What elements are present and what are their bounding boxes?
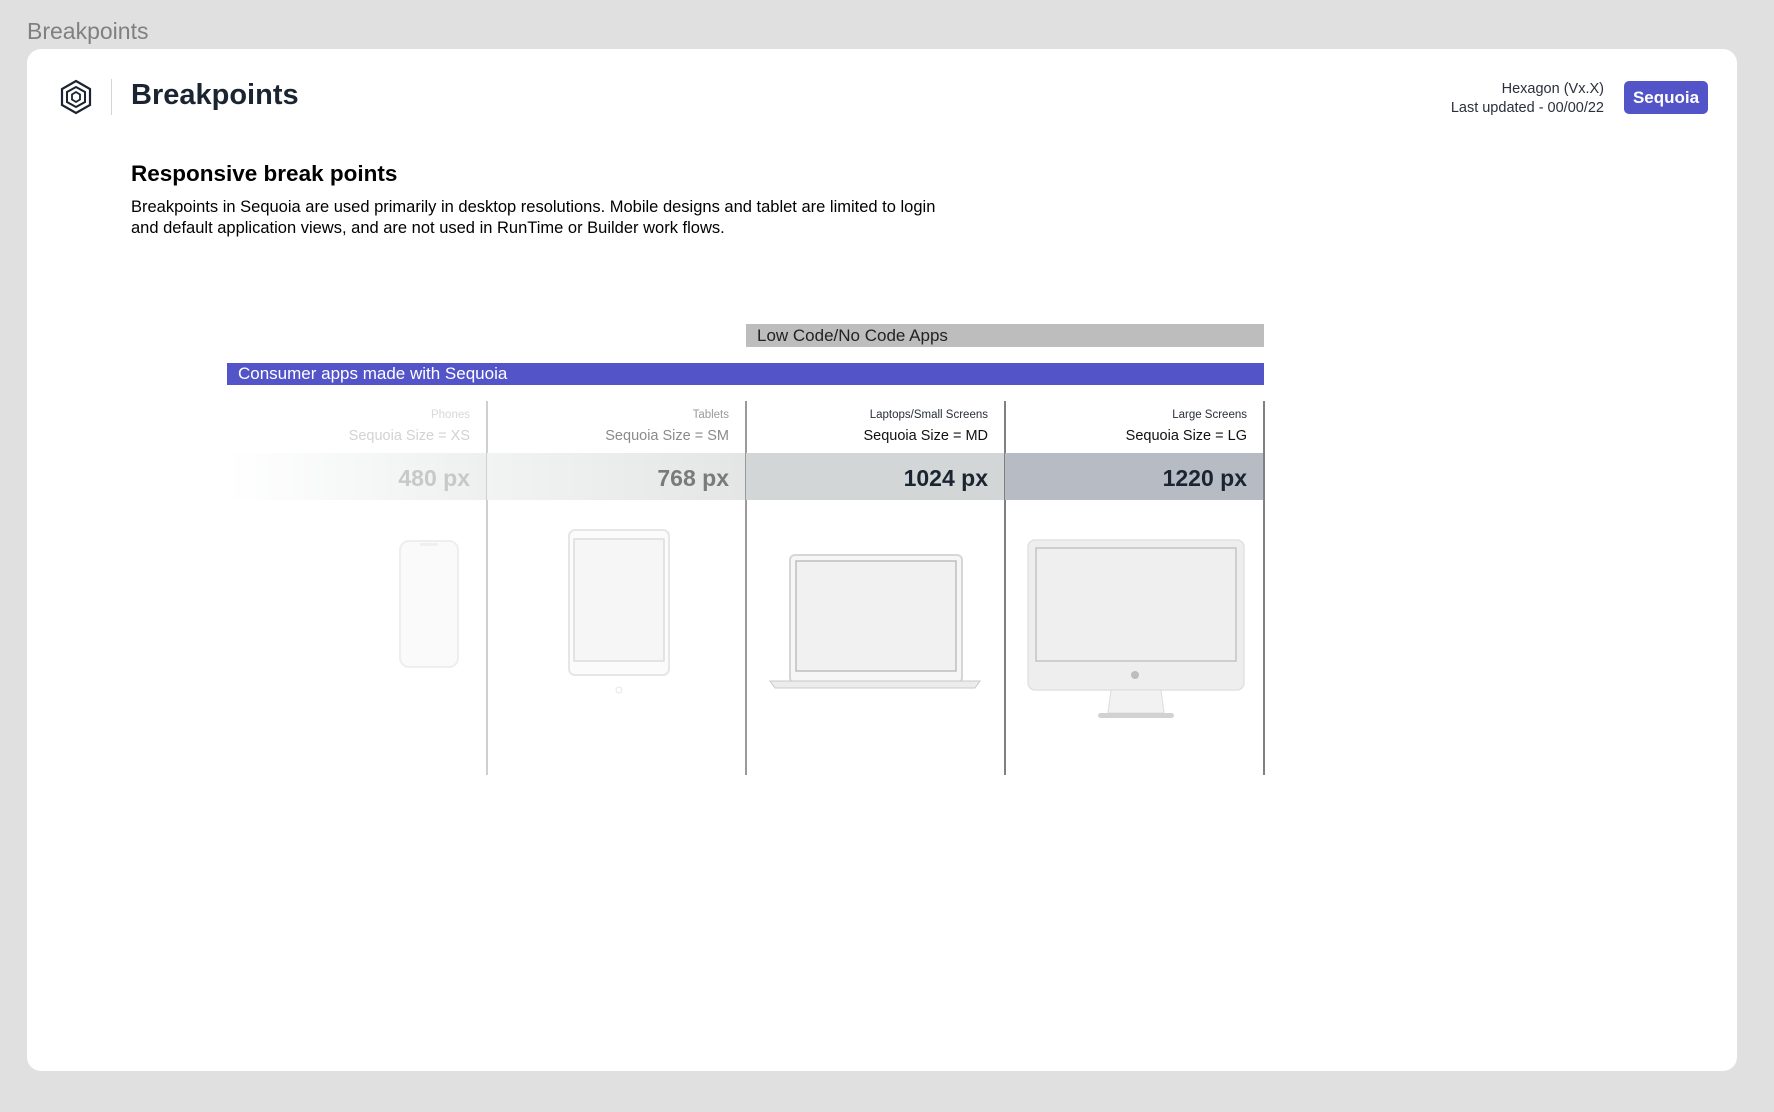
breakpoint-category: Tablets bbox=[692, 409, 729, 421]
breakpoint-category: Large Screens bbox=[1172, 409, 1247, 421]
breakpoint-column-lg: Large Screens Sequoia Size = LG 1220 px bbox=[1005, 401, 1263, 775]
breakpoint-column-xs: Phones Sequoia Size = XS 480 px bbox=[228, 401, 486, 775]
phone-icon bbox=[399, 540, 459, 668]
desktop-monitor-icon bbox=[1027, 539, 1245, 718]
breakpoint-band: 768 px bbox=[487, 453, 745, 500]
breakpoint-size: Sequoia Size = MD bbox=[863, 428, 988, 444]
section-heading: Responsive break points bbox=[131, 161, 398, 186]
laptop-icon bbox=[769, 554, 981, 689]
breakpoint-category: Laptops/Small Screens bbox=[869, 409, 988, 421]
breakpoint-size: Sequoia Size = LG bbox=[1125, 428, 1247, 444]
low-code-apps-bar: Low Code/No Code Apps bbox=[746, 324, 1264, 347]
breakpoints-card: Breakpoints Hexagon (Vx.X) Last updated … bbox=[27, 49, 1737, 1071]
frame-label: Breakpoints bbox=[27, 18, 149, 44]
version-label: Hexagon (Vx.X) bbox=[1501, 81, 1604, 97]
document-meta: Hexagon (Vx.X) Last updated - 00/00/22 bbox=[1451, 80, 1604, 118]
section-description: Breakpoints in Sequoia are used primaril… bbox=[131, 198, 936, 237]
breakpoint-size: Sequoia Size = XS bbox=[348, 428, 470, 444]
consumer-apps-bar: Consumer apps made with Sequoia bbox=[227, 363, 1264, 385]
page-title: Breakpoints bbox=[131, 79, 299, 111]
breakpoint-band: 480 px bbox=[228, 453, 486, 500]
header-divider bbox=[111, 79, 112, 115]
breakpoint-band: 1220 px bbox=[1005, 453, 1263, 500]
hexagon-logo-icon bbox=[60, 79, 92, 115]
breakpoint-px: 768 px bbox=[657, 465, 729, 491]
breakpoint-column-sm: Tablets Sequoia Size = SM 768 px bbox=[487, 401, 745, 775]
tablet-icon bbox=[568, 529, 670, 694]
breakpoint-size: Sequoia Size = SM bbox=[605, 428, 729, 444]
breakpoint-category: Phones bbox=[430, 409, 470, 421]
breakpoint-px: 1024 px bbox=[903, 465, 988, 491]
column-divider bbox=[1263, 401, 1265, 775]
sequoia-badge: Sequoia bbox=[1624, 81, 1708, 114]
breakpoint-px: 480 px bbox=[398, 465, 470, 491]
last-updated-label: Last updated - 00/00/22 bbox=[1450, 100, 1604, 116]
breakpoint-px: 1220 px bbox=[1162, 465, 1247, 491]
breakpoint-column-md: Laptops/Small Screens Sequoia Size = MD … bbox=[746, 401, 1004, 775]
breakpoint-band: 1024 px bbox=[746, 453, 1004, 500]
